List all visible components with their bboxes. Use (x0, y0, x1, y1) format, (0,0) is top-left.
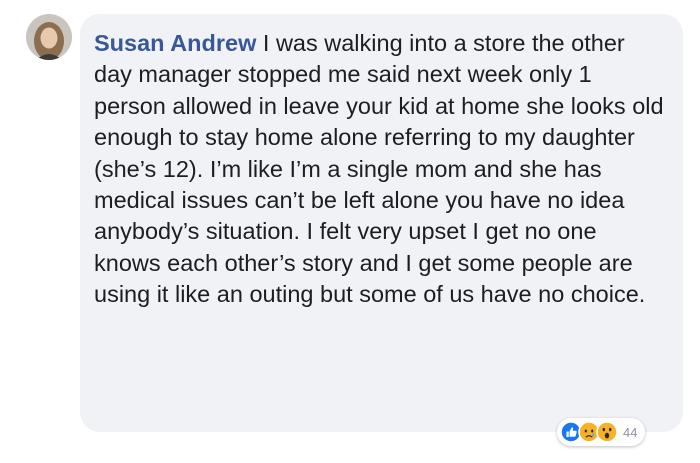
comment-text: I was walking into a store the other day… (94, 30, 664, 308)
avatar[interactable] (26, 14, 72, 60)
comment-bubble: Susan Andrew I was walking into a store … (80, 14, 683, 432)
comment-author[interactable]: Susan Andrew (94, 30, 256, 56)
comment-body: Susan Andrew I was walking into a store … (94, 28, 669, 311)
reaction-count: 44 (623, 424, 638, 440)
wow-icon (596, 421, 618, 443)
avatar-image (26, 14, 72, 60)
reaction-summary[interactable]: 44 (557, 418, 646, 446)
